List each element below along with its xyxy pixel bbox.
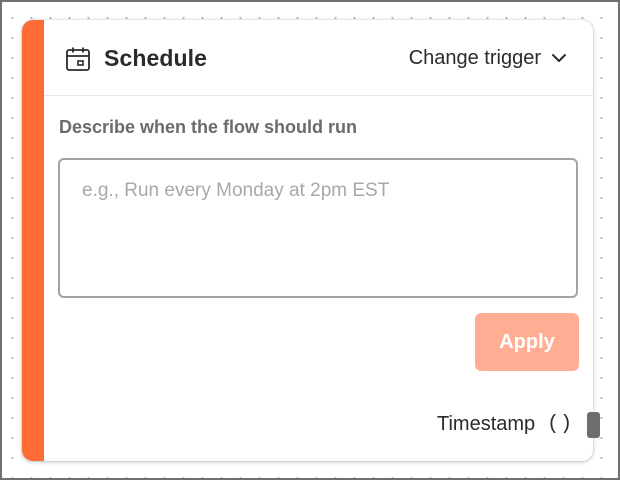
change-trigger-label: Change trigger <box>408 46 541 69</box>
timestamp-output-handle[interactable] <box>587 412 600 438</box>
timestamp-output: Timestamp () <box>437 413 573 436</box>
schedule-description-input[interactable] <box>58 158 578 298</box>
change-trigger-button[interactable]: Change trigger <box>409 42 567 74</box>
node-title: Schedule <box>104 45 208 71</box>
timestamp-output-label: Timestamp <box>437 413 536 435</box>
node-accent-bar <box>22 20 44 461</box>
schedule-node-card[interactable]: Schedule Change trigger Describe when th… <box>22 20 593 461</box>
calendar-icon <box>66 47 90 71</box>
chevron-down-icon <box>552 54 566 62</box>
describe-schedule-label: Describe when the flow should run <box>59 117 358 137</box>
timestamp-type-symbol: () <box>547 413 574 436</box>
node-header: Schedule Change trigger <box>44 20 593 96</box>
apply-button[interactable]: Apply <box>475 313 579 371</box>
